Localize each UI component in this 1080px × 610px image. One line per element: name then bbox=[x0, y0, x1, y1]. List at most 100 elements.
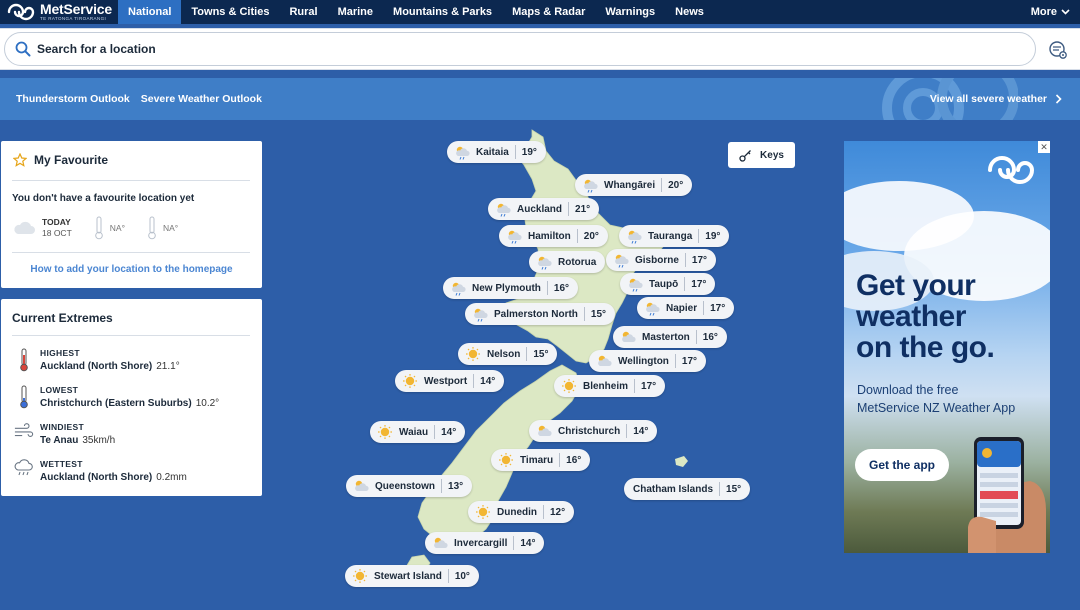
brand-tagline: TE RATONGA TIROARANGI bbox=[40, 16, 107, 22]
brand-logo-link[interactable]: MetService TE RATONGA TIROARANGI bbox=[0, 0, 118, 24]
search-box[interactable] bbox=[4, 32, 1036, 66]
location-temp: 14° bbox=[480, 375, 496, 387]
location-temp: 16° bbox=[702, 331, 718, 343]
nav-warnings[interactable]: Warnings bbox=[595, 0, 665, 24]
partly-cloudy-icon bbox=[622, 331, 636, 342]
nav-maps-radar[interactable]: Maps & Radar bbox=[502, 0, 595, 24]
nav-more-button[interactable]: More bbox=[1031, 0, 1070, 24]
map-location-queenstown[interactable]: Queenstown 13° bbox=[346, 475, 473, 497]
location-temp: 14° bbox=[441, 426, 457, 438]
divider bbox=[12, 335, 250, 336]
sunny-icon bbox=[562, 379, 576, 393]
nav-towns-cities[interactable]: Towns & Cities bbox=[181, 0, 279, 24]
map-location-hamilton[interactable]: Hamilton 20° bbox=[499, 225, 608, 247]
star-icon bbox=[13, 153, 27, 167]
map-location-new-plymouth[interactable]: New Plymouth 16° bbox=[443, 277, 579, 299]
map-location-chatham-islands[interactable]: Chatham Islands 15° bbox=[624, 478, 751, 500]
thunderstorm-outlook-link[interactable]: Thunderstorm Outlook bbox=[16, 93, 130, 105]
thermometer-icon bbox=[94, 216, 103, 240]
chatham-islands-land bbox=[675, 456, 688, 467]
map-location-rotorua[interactable]: Rotorua bbox=[529, 251, 606, 273]
map-location-masterton[interactable]: Masterton 16° bbox=[613, 326, 727, 348]
location-temp: 10° bbox=[454, 570, 470, 582]
divider bbox=[12, 252, 250, 253]
map-location-palmerston-north[interactable]: Palmerston North 15° bbox=[465, 303, 616, 325]
low-temp-value: NA° bbox=[162, 223, 179, 233]
nav-national[interactable]: National bbox=[118, 0, 182, 24]
extreme-label: WETTEST bbox=[40, 459, 83, 469]
map-keys-button[interactable]: Keys bbox=[728, 142, 795, 168]
nav-mountains-parks[interactable]: Mountains & Parks bbox=[383, 0, 502, 24]
partly-cloudy-icon bbox=[538, 425, 552, 436]
location-temp: 15° bbox=[533, 348, 549, 360]
nav-rural[interactable]: Rural bbox=[279, 0, 327, 24]
map-location-invercargill[interactable]: Invercargill 14° bbox=[425, 532, 545, 554]
location-name: Napier bbox=[666, 302, 698, 314]
map-location-wellington[interactable]: Wellington 17° bbox=[589, 350, 707, 372]
extreme-row-lowest: LOWEST Christchurch (Eastern Suburbs) 10.… bbox=[14, 385, 219, 411]
map-location-christchurch[interactable]: Christchurch 14° bbox=[529, 420, 658, 442]
location-temp: 16° bbox=[566, 454, 582, 466]
extreme-row-wettest: WETTEST Auckland (North Shore) 0.2mm bbox=[14, 459, 187, 485]
search-bar bbox=[0, 28, 1080, 70]
extreme-value: 10.2° bbox=[195, 398, 220, 409]
location-name: Westport bbox=[424, 375, 468, 387]
key-icon bbox=[739, 149, 752, 162]
map-location-westport[interactable]: Westport 14° bbox=[395, 370, 505, 392]
today-label: TODAY bbox=[42, 217, 71, 228]
location-temp: 17° bbox=[681, 355, 698, 367]
extreme-row-windiest: WINDIEST Te Anau 35km/h bbox=[14, 422, 115, 448]
nav-marine[interactable]: Marine bbox=[328, 0, 383, 24]
map-location-auckland[interactable]: Auckland 21° bbox=[488, 198, 600, 220]
location-name: Invercargill bbox=[454, 537, 508, 549]
map-location-waiau[interactable]: Waiau 14° bbox=[370, 421, 466, 443]
map-location-whangarei[interactable]: Whangārei 20° bbox=[575, 174, 693, 196]
map-location-gisborne[interactable]: Gisborne 17° bbox=[606, 249, 717, 271]
partly-cloudy-icon bbox=[355, 480, 369, 491]
location-temp: 17° bbox=[691, 254, 708, 266]
partly-cloudy-icon bbox=[598, 355, 612, 366]
severe-weather-outlook-link[interactable]: Severe Weather Outlook bbox=[141, 93, 262, 105]
get-the-app-button[interactable]: Get the app bbox=[855, 449, 949, 481]
map-location-tauranga[interactable]: Tauranga 19° bbox=[619, 225, 730, 247]
nav-news[interactable]: News bbox=[665, 0, 714, 24]
location-temp: 13° bbox=[448, 480, 464, 492]
location-name: Tauranga bbox=[648, 230, 693, 242]
location-temp: 17° bbox=[691, 278, 707, 290]
sunny-icon bbox=[476, 505, 490, 519]
location-temp: 14° bbox=[520, 537, 536, 549]
view-all-severe-weather-link[interactable]: View all severe weather bbox=[930, 78, 1062, 120]
partly-cloudy-rain-icon bbox=[628, 230, 642, 244]
map-location-taupo[interactable]: Taupō 17° bbox=[620, 273, 716, 295]
map-location-nelson[interactable]: Nelson 15° bbox=[458, 343, 558, 365]
location-name: Blenheim bbox=[583, 380, 629, 392]
how-to-add-location-link[interactable]: How to add your location to the homepage bbox=[1, 264, 262, 275]
search-input[interactable] bbox=[37, 42, 937, 56]
location-temp: 19° bbox=[705, 230, 721, 242]
map-location-timaru[interactable]: Timaru 16° bbox=[491, 449, 591, 471]
map-location-dunedin[interactable]: Dunedin 12° bbox=[468, 501, 575, 523]
divider bbox=[12, 180, 250, 181]
map-location-kaitaia[interactable]: Kaitaia 19° bbox=[447, 141, 546, 163]
map-location-blenheim[interactable]: Blenheim 17° bbox=[554, 375, 666, 397]
extreme-label: HIGHEST bbox=[40, 348, 80, 358]
location-temp: 20° bbox=[668, 179, 684, 191]
location-temp: 15° bbox=[726, 483, 742, 495]
map-location-napier[interactable]: Napier 17° bbox=[637, 297, 735, 319]
app-advertisement[interactable]: ✕ Get your weather on the go. Download t… bbox=[844, 141, 1050, 553]
thermometer-icon bbox=[148, 216, 156, 240]
location-settings-icon[interactable] bbox=[1048, 40, 1068, 60]
metservice-swirl-icon bbox=[988, 156, 1035, 184]
location-name: Chatham Islands bbox=[633, 483, 714, 495]
extreme-location: Auckland (North Shore) bbox=[40, 361, 153, 372]
extreme-location: Te Anau bbox=[40, 435, 79, 446]
location-temp: 17° bbox=[710, 302, 726, 314]
location-name: Dunedin bbox=[497, 506, 537, 518]
partly-cloudy-rain-icon bbox=[538, 256, 552, 270]
location-name: Taupō bbox=[649, 278, 679, 290]
ad-close-icon[interactable]: ✕ bbox=[1038, 141, 1050, 153]
map-location-stewart-island[interactable]: Stewart Island 10° bbox=[345, 565, 479, 587]
location-name: Waiau bbox=[399, 426, 429, 438]
location-name: Queenstown bbox=[375, 480, 436, 492]
location-name: Christchurch bbox=[558, 425, 621, 437]
